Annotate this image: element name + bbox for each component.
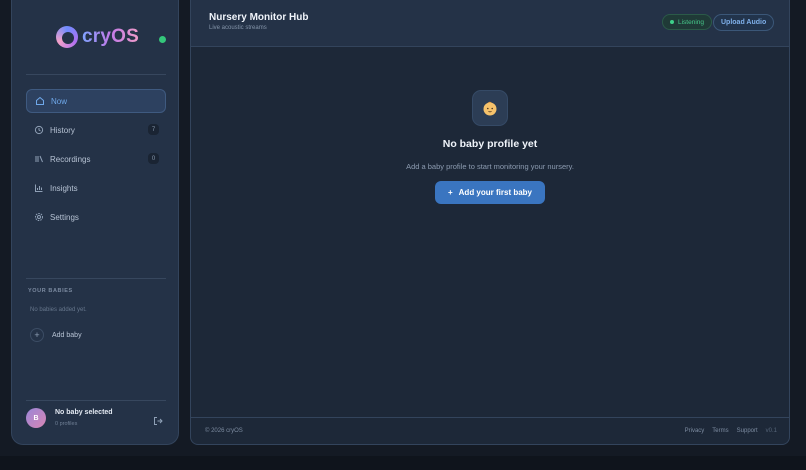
sidebar-item-settings[interactable]: Settings xyxy=(26,205,166,229)
sidebar-item-label: Recordings xyxy=(50,154,91,164)
empty-state: No baby profile yet Add a baby profile t… xyxy=(191,90,789,204)
logout-icon[interactable] xyxy=(153,413,163,425)
footer-link-privacy[interactable]: Privacy xyxy=(685,428,705,434)
copyright-text: © 2026 cryOS xyxy=(205,428,243,434)
listening-label: Listening xyxy=(678,18,705,26)
recordings-icon xyxy=(34,154,44,164)
babies-empty-note: No babies added yet. xyxy=(30,307,87,313)
listening-dot-icon xyxy=(670,20,674,24)
profile-name: No baby selected xyxy=(55,409,113,416)
avatar: B xyxy=(26,408,46,428)
brand-logo[interactable]: cryOS xyxy=(56,26,139,48)
version-label: v0.1 xyxy=(765,428,777,434)
home-icon xyxy=(35,96,45,106)
add-baby-label: Add baby xyxy=(52,331,82,339)
sidebar-divider xyxy=(26,400,166,401)
plus-icon: + xyxy=(30,328,44,342)
logo-mark-icon xyxy=(56,26,78,48)
sidebar-divider xyxy=(26,74,166,75)
history-count-badge: 7 xyxy=(148,124,159,135)
recordings-count-badge: 0 xyxy=(148,153,159,164)
sidebar-item-now[interactable]: Now xyxy=(26,89,166,113)
plus-icon: + xyxy=(447,188,453,197)
add-baby-button[interactable]: + Add baby xyxy=(30,328,82,342)
page-footer: © 2026 cryOS Privacy Terms Support v0.1 xyxy=(191,417,789,444)
page-subtitle: Live acoustic streams xyxy=(209,25,267,31)
sidebar-item-recordings[interactable]: Recordings 0 xyxy=(26,147,166,171)
page-header: Nursery Monitor Hub Live acoustic stream… xyxy=(191,0,789,47)
sidebar-item-label: Settings xyxy=(50,212,79,222)
history-icon xyxy=(34,125,44,135)
brand-name: cryOS xyxy=(82,26,139,47)
sidebar-item-label: Now xyxy=(51,96,68,106)
footer-links: Privacy Terms Support v0.1 xyxy=(685,428,777,434)
babies-section-label: YOUR BABIES xyxy=(28,288,73,294)
sidebar-item-history[interactable]: History 7 xyxy=(26,118,166,142)
profile-card[interactable]: B No baby selected 0 profiles xyxy=(26,408,166,428)
upload-audio-button[interactable]: Upload Audio xyxy=(713,14,775,31)
footer-link-terms[interactable]: Terms xyxy=(712,428,728,434)
add-first-baby-label: Add your first baby xyxy=(458,188,532,197)
sidebar-divider xyxy=(26,278,166,279)
empty-state-description: Add a baby profile to start monitoring y… xyxy=(406,162,574,171)
profile-count: 0 profiles xyxy=(55,421,78,427)
bar-chart-icon xyxy=(34,183,44,193)
add-first-baby-button[interactable]: + Add your first baby xyxy=(435,181,545,204)
empty-state-title: No baby profile yet xyxy=(442,138,538,150)
bottom-strip xyxy=(0,456,806,470)
sidebar-nav: Now History 7 Recordings 0 Insights Sett… xyxy=(26,89,166,234)
main-panel: Nursery Monitor Hub Live acoustic stream… xyxy=(190,0,790,445)
footer-link-support[interactable]: Support xyxy=(737,428,758,434)
online-status-dot xyxy=(159,36,166,43)
gear-icon xyxy=(34,212,44,222)
sidebar-item-insights[interactable]: Insights xyxy=(26,176,166,200)
baby-face-icon xyxy=(472,90,508,126)
listening-status-badge: Listening xyxy=(662,14,713,30)
sidebar-item-label: History xyxy=(50,125,75,135)
sidebar: cryOS Now History 7 Recordings 0 Insight… xyxy=(11,0,179,445)
sidebar-item-label: Insights xyxy=(50,183,78,193)
page-title: Nursery Monitor Hub xyxy=(209,12,309,23)
